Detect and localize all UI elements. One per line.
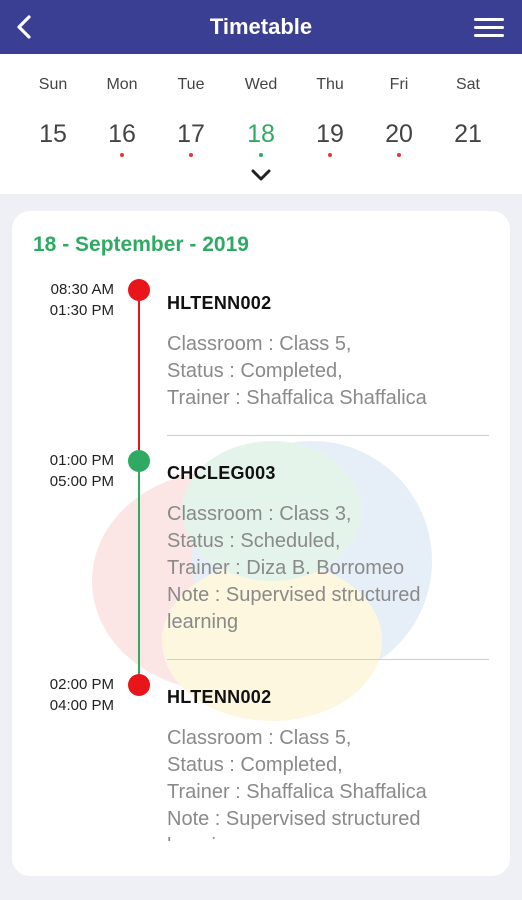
hamburger-menu-icon[interactable] — [474, 14, 504, 40]
status-marker-completed — [128, 674, 150, 696]
note-line-cont: learning — [167, 833, 497, 841]
end-time: 01:30 PM — [49, 302, 114, 319]
chevron-down-icon[interactable] — [250, 166, 272, 184]
day-date-selected: 18 — [247, 120, 275, 148]
day-date: 15 — [39, 120, 67, 148]
start-time: 02:00 PM — [49, 676, 114, 693]
day-date: 17 — [177, 120, 205, 148]
status-line: Status : Completed, — [167, 754, 343, 776]
trainer-line: Trainer : Diza B. Borromeo — [167, 557, 405, 579]
end-time: 05:00 PM — [49, 473, 114, 490]
week-calendar: Sun 15 Mon 16 Tue 17 Wed 18 Thu 19 Fri 2… — [0, 54, 522, 194]
classroom-line: Classroom : Class 5, — [167, 727, 352, 749]
day-sat[interactable]: Sat 21 — [431, 54, 505, 174]
page-title: Timetable — [209, 14, 313, 39]
timeline-line-completed — [138, 291, 140, 461]
day-name: Thu — [316, 76, 344, 93]
course-code: CHCLEG003 — [167, 463, 276, 483]
day-name: Fri — [389, 76, 409, 93]
note-line: Note : Supervised structured — [167, 808, 421, 830]
classroom-line: Classroom : Class 3, — [167, 503, 352, 525]
note-line: Note : Supervised structured — [167, 584, 421, 606]
event-indicator-dot — [397, 153, 401, 157]
event-time: 02:00 PM 04:00 PM — [12, 674, 114, 716]
event-indicator-dot — [189, 153, 193, 157]
day-wed[interactable]: Wed 18 — [224, 54, 298, 174]
divider — [167, 435, 489, 436]
event-item[interactable]: HLTENN002 Classroom : Class 5, Status : … — [167, 293, 497, 412]
start-time: 08:30 AM — [50, 281, 114, 298]
event-item[interactable]: HLTENN002 Classroom : Class 5, Status : … — [167, 687, 497, 841]
day-name: Sat — [455, 76, 480, 93]
event-time: 08:30 AM 01:30 PM — [12, 279, 114, 321]
trainer-line: Trainer : Shaffalica Shaffalica — [167, 387, 427, 409]
day-name: Mon — [106, 76, 138, 93]
event-details: Classroom : Class 5, Status : Completed,… — [167, 331, 497, 412]
schedule-date: 18 - September - 2019 — [33, 233, 249, 256]
day-tue[interactable]: Tue 17 — [154, 54, 228, 174]
event-indicator-dot — [120, 153, 124, 157]
day-name: Sun — [38, 76, 68, 93]
event-item[interactable]: CHCLEG003 Classroom : Class 3, Status : … — [167, 463, 497, 636]
day-fri[interactable]: Fri 20 — [362, 54, 436, 174]
status-line: Status : Completed, — [167, 360, 343, 382]
divider — [167, 659, 489, 660]
day-sun[interactable]: Sun 15 — [16, 54, 90, 174]
day-name: Tue — [177, 76, 205, 93]
event-indicator-dot — [259, 153, 263, 157]
day-thu[interactable]: Thu 19 — [293, 54, 367, 174]
status-marker-scheduled — [128, 450, 150, 472]
day-date: 21 — [454, 120, 482, 148]
day-date: 16 — [108, 120, 136, 148]
day-name: Wed — [244, 76, 278, 93]
event-details: Classroom : Class 5, Status : Completed,… — [167, 725, 497, 841]
status-marker-completed — [128, 279, 150, 301]
day-date: 20 — [385, 120, 413, 148]
day-mon[interactable]: Mon 16 — [85, 54, 159, 174]
course-code: HLTENN002 — [167, 293, 272, 313]
timeline-line-scheduled — [138, 461, 140, 685]
course-code: HLTENN002 — [167, 687, 272, 707]
app-header: Timetable — [0, 0, 522, 54]
start-time: 01:00 PM — [49, 452, 114, 469]
event-details: Classroom : Class 3, Status : Scheduled,… — [167, 501, 497, 636]
classroom-line: Classroom : Class 5, — [167, 333, 352, 355]
end-time: 04:00 PM — [49, 697, 114, 714]
schedule-card: 18 - September - 2019 08:30 AM 01:30 PM … — [12, 211, 510, 876]
day-date: 19 — [316, 120, 344, 148]
status-line: Status : Scheduled, — [167, 530, 341, 552]
note-line-cont: learning — [167, 611, 239, 633]
trainer-line: Trainer : Shaffalica Shaffalica — [167, 781, 427, 803]
event-indicator-dot — [328, 153, 332, 157]
event-time: 01:00 PM 05:00 PM — [12, 450, 114, 492]
